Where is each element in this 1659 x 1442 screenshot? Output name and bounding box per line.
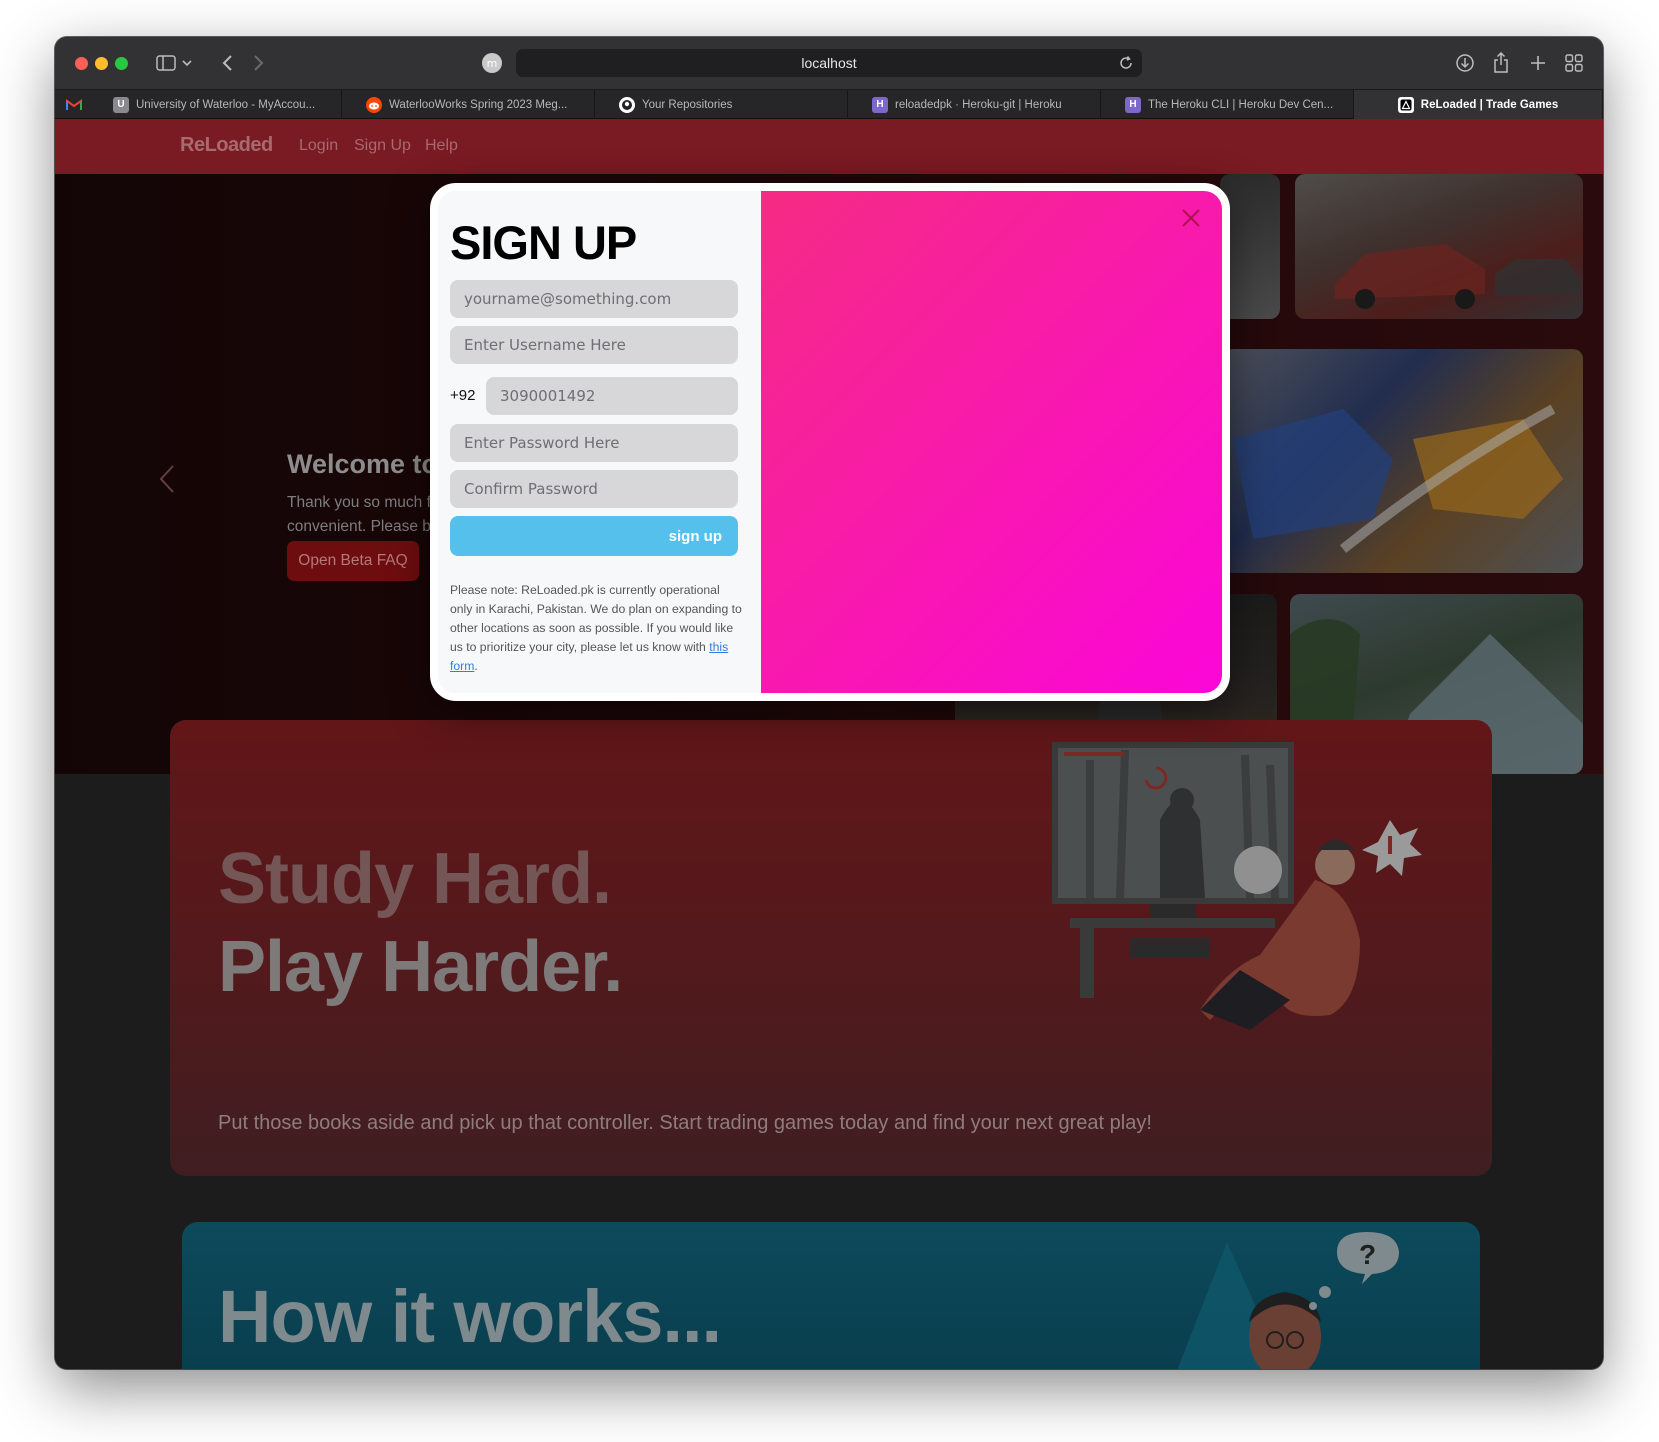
brand-logo[interactable]: ReLoaded bbox=[180, 134, 273, 157]
site-navbar: ReLoaded Login Sign Up Help bbox=[55, 119, 1603, 174]
page-content: ReLoaded Login Sign Up Help Welcome to T… bbox=[55, 119, 1603, 1369]
heroku-icon: H bbox=[1125, 96, 1141, 113]
signup-submit-button[interactable]: sign up bbox=[450, 516, 738, 556]
reddit-icon bbox=[366, 96, 382, 113]
country-code: +92 bbox=[450, 387, 476, 404]
study-description: Put those books aside and pick up that c… bbox=[218, 1112, 1152, 1134]
phone-field[interactable] bbox=[486, 377, 738, 415]
signup-form: SIGN UP +92 sign up Please note: ReLoade… bbox=[438, 191, 761, 693]
tab-repositories[interactable]: Your Repositories bbox=[595, 90, 848, 119]
chevron-down-icon[interactable] bbox=[179, 50, 195, 76]
heroku-icon: H bbox=[872, 96, 888, 113]
how-it-works-title: How it works... bbox=[218, 1275, 722, 1358]
tab-reloaded[interactable]: ReLoaded | Trade Games bbox=[1354, 90, 1603, 119]
nav-login-link[interactable]: Login bbox=[299, 137, 338, 155]
modal-gradient-panel bbox=[761, 191, 1222, 693]
tab-overview-icon[interactable] bbox=[1561, 50, 1587, 76]
browser-toolbar: m localhost bbox=[55, 37, 1603, 89]
tab-label: Your Repositories bbox=[642, 98, 733, 111]
game-tile-racing bbox=[1295, 174, 1583, 319]
svg-text:?: ? bbox=[1359, 1239, 1376, 1270]
tab-label: The Heroku CLI | Heroku Dev Cen... bbox=[1148, 98, 1334, 111]
thinking-person-icon: ? bbox=[1177, 1232, 1399, 1369]
nav-signup-link[interactable]: Sign Up bbox=[354, 137, 411, 155]
email-field[interactable] bbox=[450, 280, 738, 318]
open-beta-faq-button[interactable]: Open Beta FAQ bbox=[287, 541, 419, 581]
close-window-button[interactable] bbox=[75, 57, 88, 70]
tab-label: reloadedpk · Heroku-git | Heroku bbox=[895, 98, 1062, 111]
tab-heroku-cli[interactable]: H The Heroku CLI | Heroku Dev Cen... bbox=[1101, 90, 1354, 119]
tab-heroku-git[interactable]: H reloadedpk · Heroku-git | Heroku bbox=[848, 90, 1101, 119]
plus-icon[interactable] bbox=[1525, 50, 1551, 76]
hero-title: Welcome to bbox=[287, 449, 439, 479]
back-arrow-icon[interactable] bbox=[215, 50, 239, 76]
gmail-icon[interactable] bbox=[63, 96, 85, 113]
gamer-illustration-icon bbox=[1052, 742, 1422, 1030]
minimize-window-button[interactable] bbox=[95, 57, 108, 70]
site-avatar-icon[interactable]: m bbox=[482, 53, 502, 73]
download-icon[interactable] bbox=[1452, 50, 1478, 76]
sidebar-toggle-icon[interactable] bbox=[153, 50, 179, 76]
how-it-works-section: How it works... ? bbox=[182, 1222, 1480, 1369]
game-tile-rocket-league bbox=[1223, 349, 1583, 573]
tab-university[interactable]: U University of Waterloo - MyAccou... bbox=[89, 90, 342, 119]
u-square-icon: U bbox=[113, 96, 129, 113]
tab-bar: U University of Waterloo - MyAccou... Wa… bbox=[55, 89, 1603, 119]
tab-label: ReLoaded | Trade Games bbox=[1420, 98, 1559, 111]
reloaded-icon bbox=[1397, 96, 1414, 113]
username-field[interactable] bbox=[450, 326, 738, 364]
tab-label: WaterlooWorks Spring 2023 Meg... bbox=[389, 98, 568, 111]
confirm-password-field[interactable] bbox=[450, 470, 738, 508]
signup-modal: SIGN UP +92 sign up Please note: ReLoade… bbox=[430, 183, 1230, 701]
carousel-prev-icon[interactable] bbox=[159, 464, 175, 498]
tab-label: University of Waterloo - MyAccou... bbox=[136, 98, 316, 111]
github-icon bbox=[619, 96, 635, 113]
password-field[interactable] bbox=[450, 424, 738, 462]
url-text: localhost bbox=[801, 55, 857, 71]
play-heading: Play Harder. bbox=[218, 927, 623, 1007]
forward-arrow-icon[interactable] bbox=[247, 50, 271, 76]
location-note: Please note: ReLoaded.pk is currently op… bbox=[450, 583, 742, 673]
reload-icon[interactable] bbox=[1118, 55, 1134, 71]
address-bar[interactable]: localhost bbox=[516, 49, 1142, 77]
tab-waterlooworks[interactable]: WaterlooWorks Spring 2023 Meg... bbox=[342, 90, 595, 119]
study-heading: Study Hard. bbox=[218, 839, 612, 919]
close-icon[interactable] bbox=[1180, 207, 1202, 229]
signup-title: SIGN UP bbox=[450, 216, 637, 269]
share-icon[interactable] bbox=[1488, 50, 1514, 76]
browser-window: m localhost U University of Waterloo - M… bbox=[55, 37, 1603, 1369]
nav-help-link[interactable]: Help bbox=[425, 137, 458, 155]
study-hard-section: Study Hard. Play Harder. Put those books… bbox=[170, 720, 1492, 1176]
zoom-window-button[interactable] bbox=[115, 57, 128, 70]
